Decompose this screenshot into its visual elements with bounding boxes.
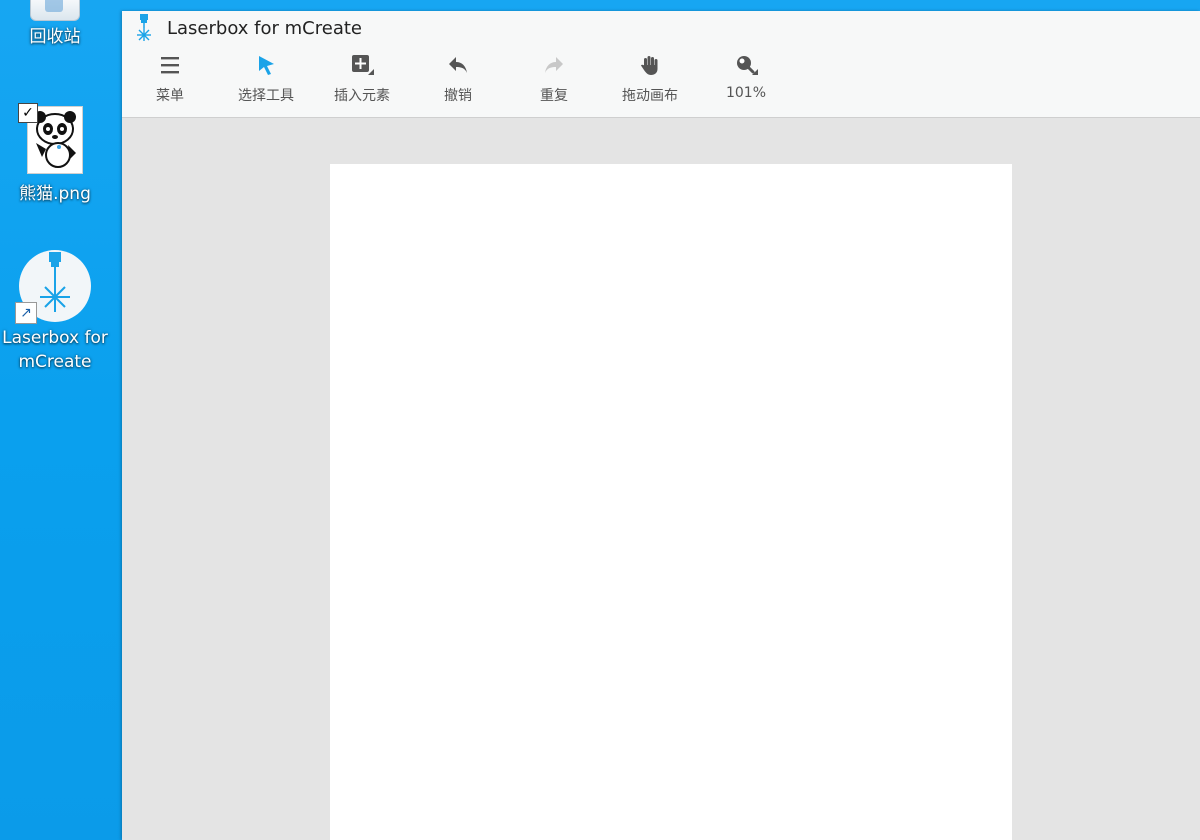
insert-element-label: 插入元素 <box>334 88 390 104</box>
menu-icon <box>161 57 179 74</box>
pointer-icon <box>259 56 274 75</box>
hand-icon <box>641 56 658 75</box>
pan-canvas-label: 拖动画布 <box>622 88 678 104</box>
checkbox-icon[interactable]: ✓ <box>18 103 38 123</box>
zoom-icon <box>737 56 758 75</box>
insert-icon <box>352 55 374 75</box>
laserbox-app-icon: ↗ <box>15 250 91 324</box>
menu-label: 菜单 <box>156 88 184 104</box>
toolbar: 菜单 选择工具 插入元素 撤销 重复 拖动画布 101% <box>122 45 1200 118</box>
redo-button[interactable]: 重复 <box>506 45 602 117</box>
canvas-area[interactable] <box>122 118 1200 840</box>
insert-element-button[interactable]: 插入元素 <box>314 45 410 117</box>
desktop-icon-recycle-bin[interactable]: 回收站 <box>0 0 110 49</box>
shortcut-arrow-icon: ↗ <box>15 302 37 324</box>
undo-button[interactable]: 撤销 <box>410 45 506 117</box>
desktop-icon-panda-png[interactable]: ✓ 熊猫.png <box>0 103 110 206</box>
zoom-level-label: 101% <box>725 85 767 101</box>
redo-label: 重复 <box>540 88 568 104</box>
desktop-icon-label: 熊猫.png <box>19 184 91 204</box>
undo-label: 撤销 <box>444 88 472 104</box>
app-window: Laserbox for mCreate 菜单 选择工具 插入元素 撤销 重复 … <box>122 11 1200 840</box>
undo-icon <box>449 57 467 73</box>
window-title: Laserbox for mCreate <box>167 17 362 39</box>
panda-image-icon: ✓ <box>18 103 83 174</box>
zoom-button[interactable]: 101% <box>698 45 794 117</box>
canvas-page[interactable] <box>330 164 1012 840</box>
select-tool-label: 选择工具 <box>238 88 294 104</box>
title-bar[interactable]: Laserbox for mCreate <box>122 11 1200 45</box>
pan-canvas-button[interactable]: 拖动画布 <box>602 45 698 117</box>
desktop-icon-label: Laserbox for mCreate <box>2 328 108 372</box>
select-tool-button[interactable]: 选择工具 <box>218 45 314 117</box>
app-logo-icon <box>137 14 151 41</box>
menu-button[interactable]: 菜单 <box>122 45 218 117</box>
desktop-icon-label: 回收站 <box>29 27 81 47</box>
desktop-icon-laserbox[interactable]: ↗ Laserbox for mCreate <box>0 250 110 374</box>
redo-icon <box>545 57 563 73</box>
desktop: 回收站 ✓ 熊猫.png ↗ Laserbox for mCreate <box>0 0 122 840</box>
recycle-bin-icon <box>30 0 80 21</box>
